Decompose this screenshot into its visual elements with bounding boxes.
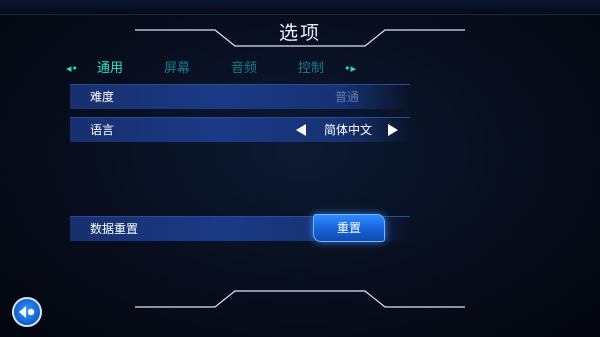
- back-arrow-icon: [19, 306, 35, 318]
- tab-prev-icon[interactable]: ◂•: [62, 60, 82, 78]
- reset-button[interactable]: 重置: [313, 214, 385, 242]
- data-reset-label: 数据重置: [90, 222, 139, 236]
- language-label: 语言: [90, 123, 115, 137]
- back-button[interactable]: [12, 297, 42, 327]
- difficulty-value: 普通: [335, 90, 360, 104]
- decorative-frame: [135, 29, 465, 308]
- tab-general[interactable]: 通用: [97, 60, 123, 78]
- tab-bar: ◂• 通用 屏幕 音频 控制 •▸: [0, 60, 600, 78]
- language-value: 简体中文: [324, 123, 373, 137]
- difficulty-row[interactable]: 难度 普通: [70, 84, 410, 109]
- language-prev-icon[interactable]: [296, 124, 306, 136]
- tab-screen[interactable]: 屏幕: [164, 60, 190, 78]
- language-row[interactable]: 语言 简体中文: [70, 117, 410, 142]
- language-next-icon[interactable]: [388, 124, 398, 136]
- difficulty-label: 难度: [90, 90, 115, 104]
- tab-next-icon[interactable]: •▸: [340, 60, 360, 78]
- tab-audio[interactable]: 音频: [231, 60, 257, 78]
- page-title: 选项: [278, 22, 321, 44]
- tab-controls[interactable]: 控制: [298, 60, 324, 78]
